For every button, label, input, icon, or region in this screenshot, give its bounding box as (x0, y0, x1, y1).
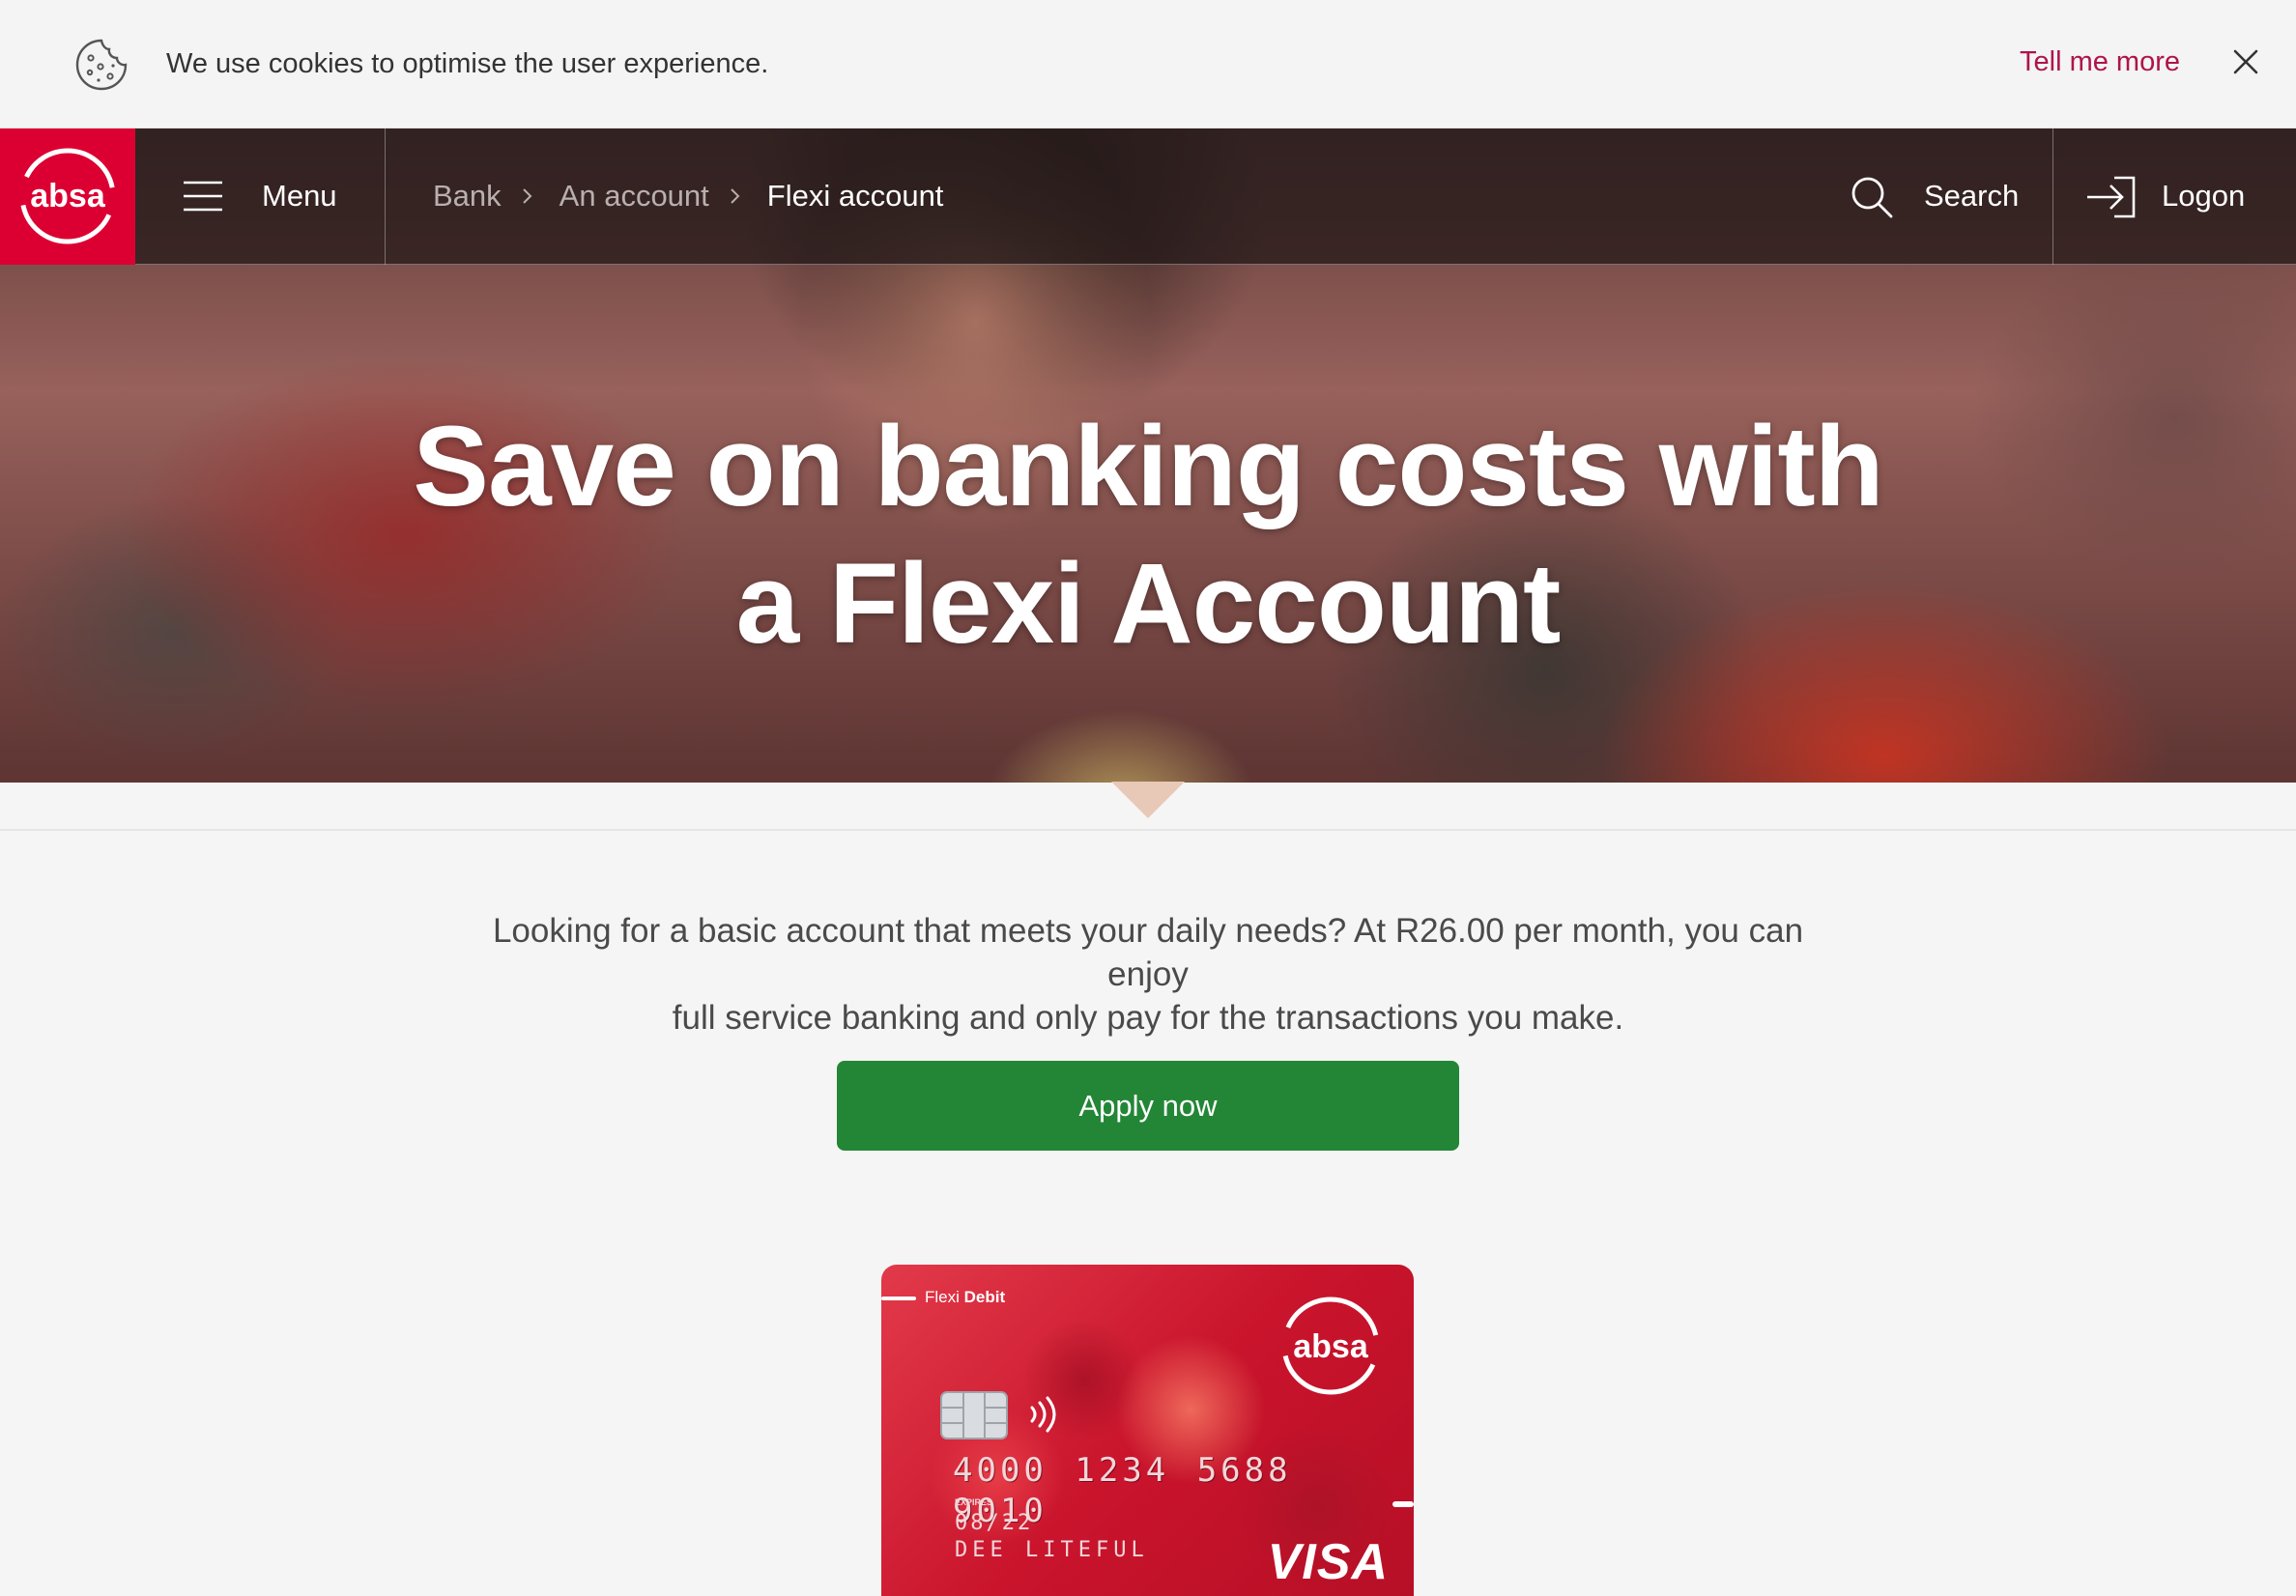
breadcrumb-flexi-account: Flexi account (766, 179, 944, 213)
card-logo-text: absa (1293, 1328, 1369, 1365)
card-notch (1392, 1501, 1414, 1507)
breadcrumb: Bank An account Flexi account (433, 178, 943, 214)
card-holder-name: DEE LITEFUL (955, 1538, 1149, 1562)
card-absa-logo: absa (1281, 1297, 1380, 1395)
intro-text: Looking for a basic account that meets y… (472, 909, 1824, 1040)
logo-text: absa (30, 178, 106, 214)
breadcrumb-an-account[interactable]: An account (560, 178, 709, 214)
hero-title-line-1: Save on banking costs with (413, 403, 1883, 530)
top-navigation: absa Menu Bank An account Flexi account … (0, 128, 2296, 265)
menu-label: Menu (262, 179, 337, 213)
intro-line-1: Looking for a basic account that meets y… (492, 912, 1804, 993)
visa-logo: VISA (1267, 1534, 1389, 1590)
section-divider (0, 829, 2296, 831)
chevron-right-icon (731, 188, 740, 204)
tell-me-more-link[interactable]: Tell me more (2020, 43, 2180, 80)
card-brand-prefix: Flexi (925, 1288, 960, 1306)
cookie-message: We use cookies to optimise the user expe… (166, 48, 769, 79)
breadcrumb-bank[interactable]: Bank (433, 178, 502, 214)
hero-title-line-2: a Flexi Account (735, 540, 1562, 668)
absa-logo-mark: absa (19, 148, 116, 244)
contactless-icon (1030, 1396, 1056, 1433)
card-brand-line (881, 1297, 916, 1300)
card-expires-label: EXPIRES (955, 1497, 993, 1507)
intro-line-2: full service banking and only pay for th… (672, 999, 1624, 1037)
search-button[interactable]: Search (1850, 128, 2052, 265)
absa-logo[interactable]: absa (0, 128, 135, 265)
hero-pointer-icon (1111, 782, 1185, 818)
hero-title: Save on banking costs with a Flexi Accou… (0, 398, 2296, 672)
hamburger-icon (184, 181, 222, 212)
close-icon[interactable] (2232, 48, 2259, 75)
apply-now-button[interactable]: Apply now (837, 1061, 1459, 1151)
cookie-banner: We use cookies to optimise the user expe… (0, 0, 2296, 128)
card-chip-icon (940, 1391, 1008, 1439)
logon-icon (2087, 176, 2136, 218)
search-label: Search (1924, 179, 2020, 213)
nav-divider (385, 128, 386, 265)
card-brand: Flexi Debit (925, 1288, 1005, 1307)
cookie-icon (75, 39, 128, 91)
logon-label: Logon (2162, 179, 2246, 213)
card-brand-name: Debit (963, 1288, 1006, 1306)
flexi-debit-card-image: Flexi Debit absa 4000 1234 5688 9010 EXP… (881, 1265, 1414, 1596)
logon-button[interactable]: Logon (2053, 128, 2296, 265)
search-icon (1851, 177, 1893, 218)
chevron-right-icon (522, 188, 532, 204)
card-expiry: 08/22 (955, 1511, 1034, 1535)
menu-button[interactable]: Menu (135, 128, 385, 265)
